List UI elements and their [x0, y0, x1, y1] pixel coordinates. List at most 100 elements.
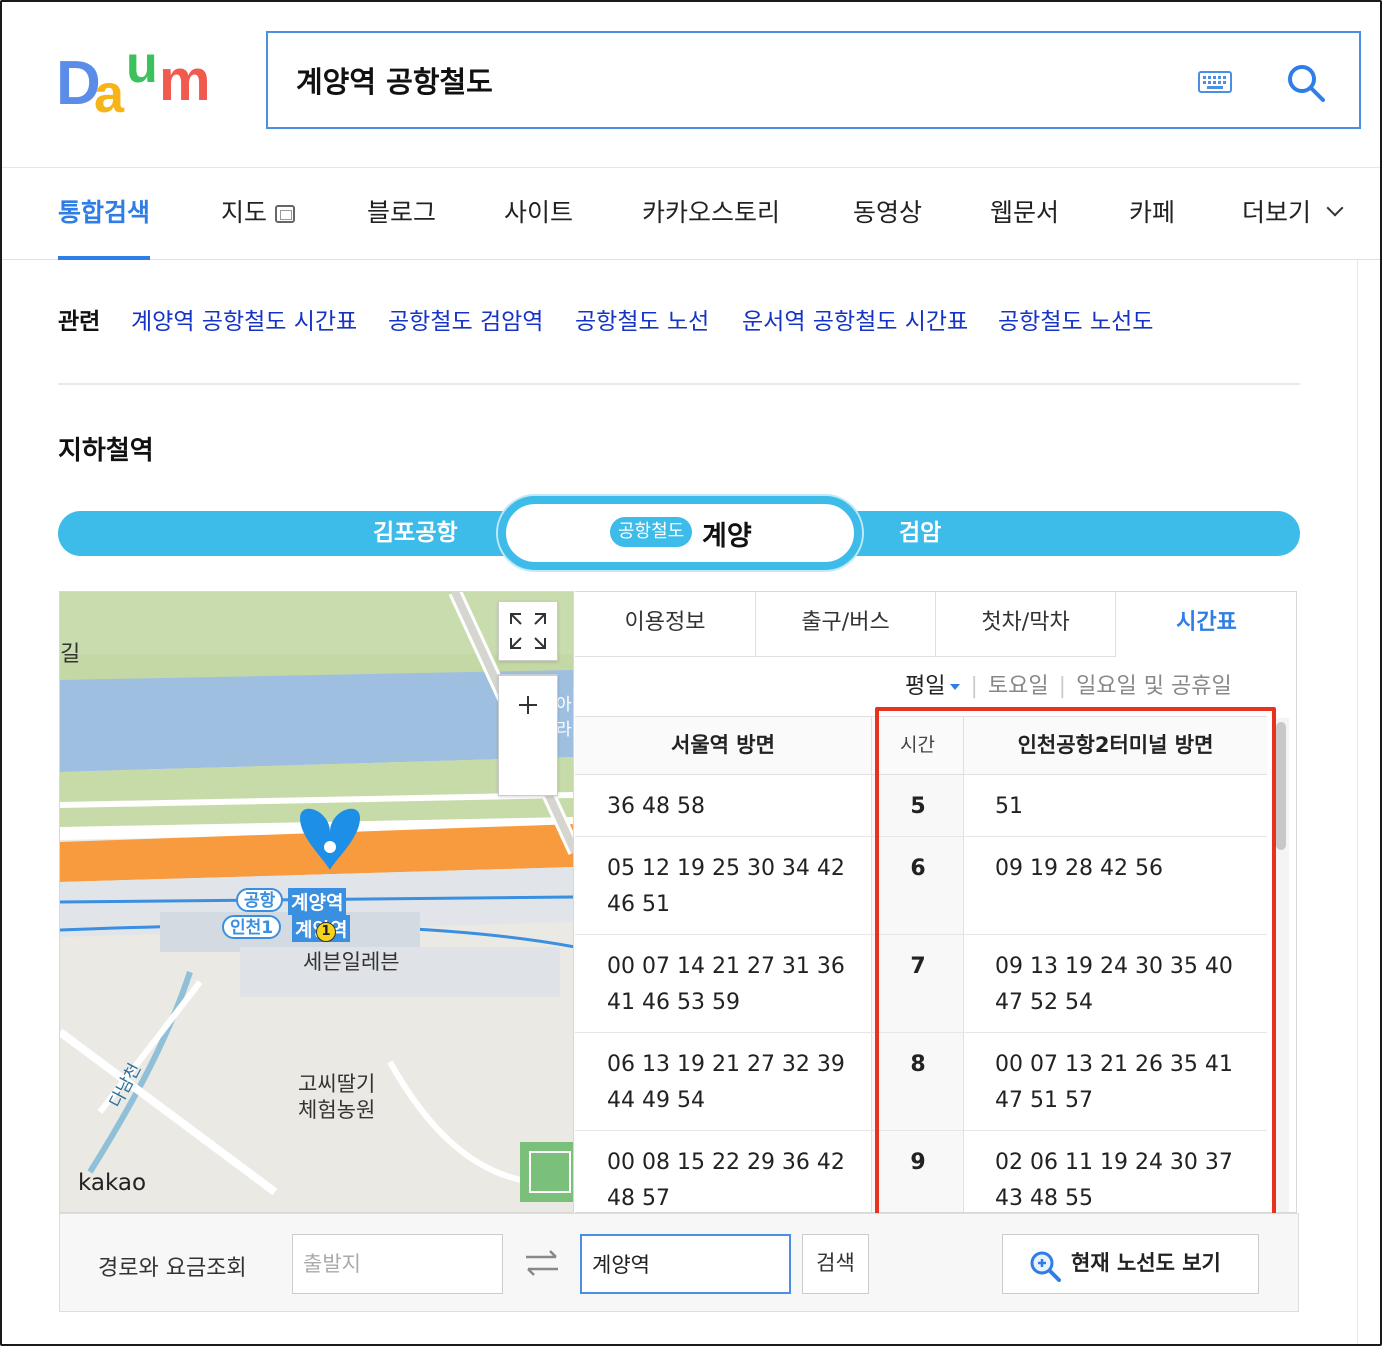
svg-text:a: a: [94, 64, 125, 122]
station-map[interactable]: 길 아라 공항 계양역 인천1 계양역 1 세븐일레븐 고씨딸기 체험농원 다남…: [59, 591, 574, 1213]
section-title: 지하철역: [58, 436, 154, 466]
search-input[interactable]: [296, 55, 1156, 105]
zoom-out-icon[interactable]: [499, 675, 557, 735]
separator: |: [970, 674, 978, 699]
hour-value: 5: [910, 794, 926, 819]
day-sunday-holiday[interactable]: 일요일 및 공휴일: [1076, 674, 1232, 699]
hour-value: 9: [910, 1150, 926, 1175]
header-incheon-direction: 인천공항2터미널 방면: [1017, 733, 1214, 757]
tab-map[interactable]: 지도: [221, 168, 296, 260]
view-line-map-label: 현재 노선도 보기: [1071, 1251, 1221, 1275]
day-weekday[interactable]: 평일: [905, 674, 945, 699]
tab-webdoc[interactable]: 웹문서: [990, 168, 1059, 260]
chevron-down-icon: [1326, 199, 1344, 217]
tab-exit-bus[interactable]: 출구/버스: [756, 592, 936, 657]
line-badge: 공항철도: [610, 517, 693, 547]
tab-usage-info[interactable]: 이용정보: [575, 592, 756, 657]
svg-text:u: u: [126, 42, 158, 94]
route-search-button[interactable]: 검색: [802, 1234, 869, 1294]
table-row: 00 07 14 21 27 31 36 41 46 53 59 7 09 13…: [575, 935, 1267, 1033]
tab-blog[interactable]: 블로그: [367, 168, 436, 260]
view-line-map-button[interactable]: 현재 노선도 보기: [1002, 1234, 1259, 1294]
tab-label: 웹문서: [990, 198, 1060, 227]
tab-label: 출구/버스: [801, 610, 890, 635]
tab-first-last[interactable]: 첫차/막차: [936, 592, 1116, 657]
daum-logo[interactable]: D a u m: [56, 42, 231, 122]
related-link[interactable]: 계양역 공항철도 시간표: [131, 302, 357, 336]
tab-label: 이용정보: [624, 610, 706, 635]
timetable-scrollbar[interactable]: [1273, 718, 1289, 1212]
table-row: 05 12 19 25 30 34 42 46 51 6 09 19 28 42…: [575, 837, 1267, 935]
timetable-rows: 36 48 58 5 51 05 12 19 25 30 34 42 46 51…: [575, 775, 1267, 1212]
search-box: [266, 31, 1361, 129]
seoul-minutes: 05 12 19 25 30 34 42 46 51: [607, 856, 845, 917]
related-link[interactable]: 공항철도 노선: [575, 302, 709, 336]
tab-label: 카카오스토리: [642, 198, 781, 227]
next-station[interactable]: 검암: [899, 511, 941, 556]
search-tabs: 통합검색 지도 블로그 사이트 카카오스토리 동영상 웹문서 카페 더보기: [2, 168, 1380, 260]
expand-icon: [510, 613, 546, 649]
tab-label: 첫차/막차: [981, 610, 1070, 635]
table-row: 36 48 58 5 51: [575, 775, 1267, 837]
related-label: 관련: [58, 309, 101, 335]
tab-cafe[interactable]: 카페: [1129, 168, 1175, 260]
related-link[interactable]: 공항철도 검암역: [388, 302, 543, 336]
station-info-panel: 이용정보 출구/버스 첫차/막차 시간표 평일 | 토요일 | 일요일 및 공휴일 서울…: [575, 591, 1297, 1213]
scrollbar-thumb[interactable]: [1276, 722, 1286, 850]
tab-label: 더보기: [1242, 198, 1312, 227]
day-saturday[interactable]: 토요일: [988, 674, 1049, 699]
incheon-minutes: 09 19 28 42 56: [995, 856, 1163, 881]
tab-kakaostory[interactable]: 카카오스토리: [642, 168, 780, 260]
search-icon[interactable]: [1286, 63, 1326, 103]
incheon-minutes: 09 13 19 24 30 35 40 47 52 54: [995, 954, 1233, 1015]
seoul-minutes: 06 13 19 21 27 32 39 44 49 54: [607, 1052, 845, 1113]
kakao-attribution: kakao: [78, 1170, 147, 1196]
swap-icon[interactable]: [522, 1248, 562, 1278]
tab-site[interactable]: 사이트: [504, 168, 573, 260]
hour-value: 8: [910, 1052, 926, 1077]
incheon-minutes: 51: [995, 794, 1023, 819]
tab-more[interactable]: 더보기: [1242, 168, 1344, 260]
table-row: 06 13 19 21 27 32 39 44 49 54 8 00 07 13…: [575, 1033, 1267, 1131]
line-marker: 인천1: [222, 915, 282, 939]
seoul-minutes: 36 48 58: [607, 794, 705, 819]
related-link[interactable]: 운서역 공항철도 시간표: [742, 302, 968, 336]
related-link[interactable]: 공항철도 노선도: [998, 302, 1153, 336]
page: D a u m 통합검색 지도 블로그 사이트: [0, 0, 1382, 1346]
tab-video[interactable]: 동영상: [853, 168, 922, 260]
tab-timetable[interactable]: 시간표: [1116, 592, 1296, 657]
seoul-minutes: 00 08 15 22 29 36 42 48 57: [607, 1150, 845, 1211]
tab-label: 시간표: [1176, 610, 1237, 635]
line-marker: 공항: [236, 888, 284, 912]
prev-station[interactable]: 김포공항: [373, 511, 458, 556]
header-seoul-direction: 서울역 방면: [671, 733, 775, 757]
map-label: 체험농원: [298, 1098, 376, 1122]
fullscreen-button[interactable]: [498, 601, 558, 661]
divider: [58, 383, 1300, 385]
header: D a u m: [2, 2, 1380, 168]
caret-down-icon: [950, 684, 961, 690]
tab-label: 통합검색: [58, 198, 151, 227]
current-station-name: 계양: [702, 521, 752, 552]
tab-label: 동영상: [853, 198, 923, 227]
tab-label: 카페: [1129, 198, 1176, 227]
tab-label: 지도: [221, 198, 268, 227]
keyboard-icon[interactable]: [1198, 71, 1232, 93]
origin-input[interactable]: [292, 1234, 503, 1294]
svg-text:m: m: [159, 48, 211, 113]
separator: |: [1058, 674, 1067, 699]
zoom-controls: [498, 674, 558, 796]
header-hour: 시간: [871, 717, 964, 775]
current-station: 공항철도 계양: [498, 496, 862, 570]
content-divider: [1357, 260, 1358, 1344]
station-marker[interactable]: 계양역: [288, 888, 347, 915]
incheon-minutes: 00 07 13 21 26 35 41 47 51 57: [995, 1052, 1233, 1113]
map-label: 길: [60, 642, 81, 667]
incheon-minutes: 02 06 11 19 24 30 37 43 48 55: [995, 1150, 1233, 1211]
exit-marker[interactable]: 1: [316, 922, 336, 942]
destination-input[interactable]: [580, 1234, 791, 1294]
zoom-plus-icon: [1030, 1251, 1061, 1282]
tab-label: 블로그: [367, 198, 437, 227]
tab-integrated[interactable]: 통합검색: [58, 168, 151, 260]
route-label: 경로와 요금조회: [98, 1256, 247, 1281]
